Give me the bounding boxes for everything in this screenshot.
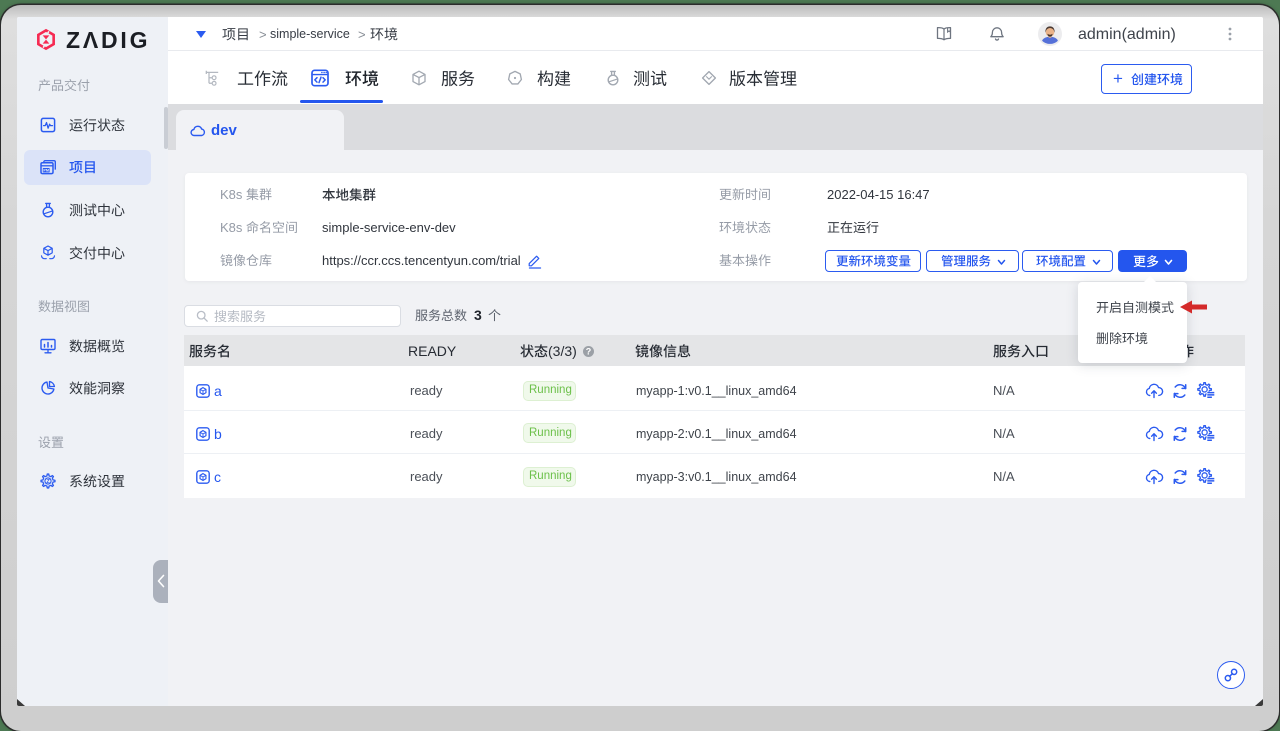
svg-text:?: ? [586, 347, 592, 357]
svg-text:PM: PM [43, 169, 49, 173]
